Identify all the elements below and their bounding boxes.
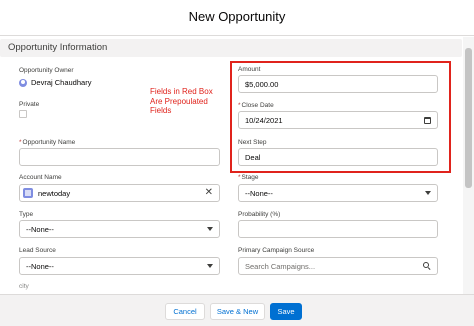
next-step-input[interactable]: Deal xyxy=(238,148,438,166)
chevron-down-icon xyxy=(207,264,213,268)
save-and-new-button[interactable]: Save & New xyxy=(210,303,265,320)
probability-label: Probability (%) xyxy=(238,211,281,218)
stage-label: *Stage xyxy=(238,174,259,181)
owner-value[interactable]: Devraj Chaudhary xyxy=(31,78,91,87)
lead-source-value: --None-- xyxy=(26,262,54,271)
annotation-line: Are Prepoulated xyxy=(150,96,208,106)
type-select[interactable]: --None-- xyxy=(19,220,220,238)
cancel-button[interactable]: Cancel xyxy=(165,303,205,320)
lead-source-select[interactable]: --None-- xyxy=(19,257,220,275)
amount-value: $5,000.00 xyxy=(245,80,279,89)
modal-title: New Opportunity xyxy=(188,9,286,24)
account-icon xyxy=(23,188,33,198)
required-marker: * xyxy=(238,102,241,109)
amount-label: Amount xyxy=(238,66,261,73)
type-value: --None-- xyxy=(26,225,54,234)
user-icon xyxy=(19,79,27,87)
annotation-line: Fields in Red Box xyxy=(150,87,213,96)
stage-value: --None-- xyxy=(245,189,273,198)
opportunity-name-input[interactable] xyxy=(19,148,220,166)
campaign-label: Primary Campaign Source xyxy=(238,247,315,254)
campaign-placeholder: Search Campaigns... xyxy=(245,262,316,271)
next-step-value: Deal xyxy=(245,153,261,162)
required-marker: * xyxy=(19,139,22,146)
probability-input[interactable] xyxy=(238,220,438,238)
annotation-line: Fields xyxy=(150,106,172,115)
content-fade xyxy=(0,280,462,294)
account-name-label: Account Name xyxy=(19,174,62,181)
save-button[interactable]: Save xyxy=(270,303,302,320)
opportunity-name-label: *Opportunity Name xyxy=(19,139,76,146)
type-label: Type xyxy=(19,211,34,218)
stage-select[interactable]: --None-- xyxy=(238,184,438,202)
lead-source-label: Lead Source xyxy=(19,247,56,254)
calendar-icon[interactable] xyxy=(424,117,431,124)
campaign-search-input[interactable]: Search Campaigns... xyxy=(238,257,438,275)
modal-footer: Cancel Save & New Save xyxy=(0,294,474,326)
amount-input[interactable]: $5,000.00 xyxy=(238,75,438,93)
close-date-input[interactable]: 10/24/2021 xyxy=(238,111,438,129)
section-title: Opportunity Information xyxy=(8,42,108,53)
close-date-label: *Close Date xyxy=(238,102,274,109)
private-checkbox[interactable] xyxy=(19,110,27,118)
required-marker: * xyxy=(238,174,241,181)
private-label: Private xyxy=(19,101,40,108)
account-name-value: newtoday xyxy=(38,189,71,198)
account-name-lookup[interactable]: newtoday ✕ xyxy=(19,184,220,202)
next-step-label: Next Step xyxy=(238,139,267,146)
chevron-down-icon xyxy=(425,191,431,195)
section-header[interactable]: Opportunity Information xyxy=(0,39,462,57)
annotation-text: Fields in Red Box Are Prepoulated Fields xyxy=(150,87,240,116)
owner-label: Opportunity Owner xyxy=(19,67,74,74)
close-date-value: 10/24/2021 xyxy=(245,116,283,125)
modal-header: New Opportunity xyxy=(0,0,474,36)
clear-icon[interactable]: ✕ xyxy=(205,187,213,198)
scrollbar-thumb[interactable] xyxy=(465,48,472,188)
chevron-down-icon xyxy=(207,227,213,231)
search-icon[interactable] xyxy=(423,262,431,271)
